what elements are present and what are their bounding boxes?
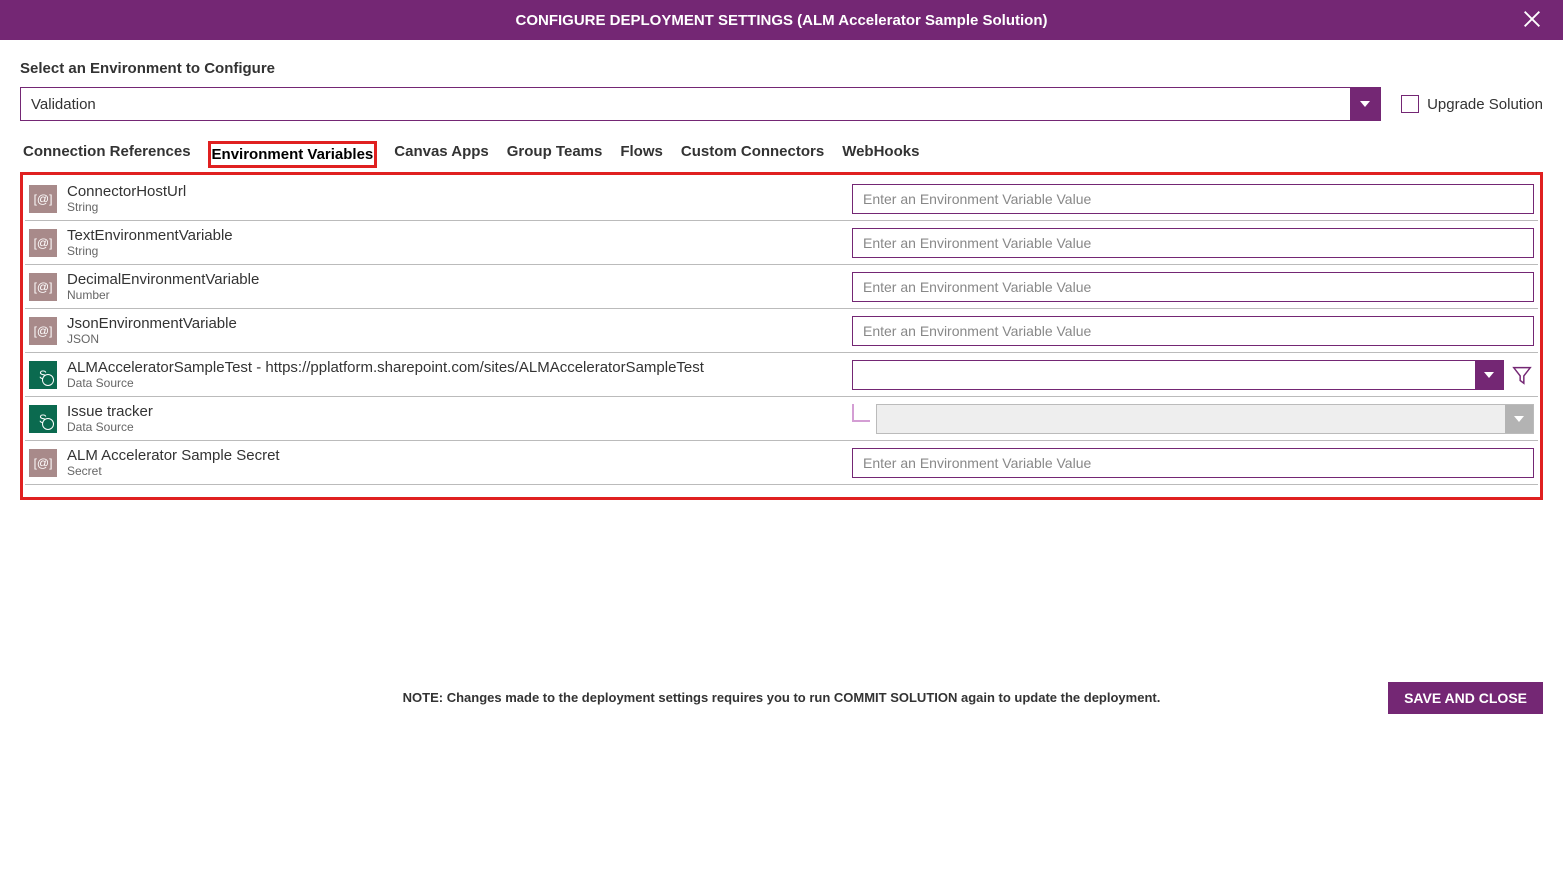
variable-value-input[interactable] bbox=[852, 316, 1534, 346]
variable-type: String bbox=[67, 200, 842, 214]
variable-value-input[interactable] bbox=[852, 448, 1534, 478]
variable-row: [@] DecimalEnvironmentVariable Number bbox=[25, 265, 1538, 309]
datasource-dropdown[interactable] bbox=[852, 360, 1504, 390]
save-and-close-button[interactable]: SAVE AND CLOSE bbox=[1388, 682, 1543, 714]
variable-name: DecimalEnvironmentVariable bbox=[67, 271, 842, 288]
variable-type: JSON bbox=[67, 332, 842, 346]
sharepoint-icon: S bbox=[29, 361, 57, 389]
upgrade-solution-label: Upgrade Solution bbox=[1427, 96, 1543, 113]
variable-icon: [@] bbox=[29, 449, 57, 477]
variable-icon: [@] bbox=[29, 317, 57, 345]
tab-environment-variables[interactable]: Environment Variables bbox=[208, 141, 378, 168]
dialog-footer: NOTE: Changes made to the deployment set… bbox=[0, 670, 1563, 725]
variable-type: Data Source bbox=[67, 376, 842, 390]
variable-icon: [@] bbox=[29, 185, 57, 213]
upgrade-solution-checkbox[interactable]: Upgrade Solution bbox=[1401, 95, 1543, 113]
variable-value-input[interactable] bbox=[852, 272, 1534, 302]
variable-type: Data Source bbox=[67, 420, 842, 434]
tab-group-teams[interactable]: Group Teams bbox=[506, 141, 604, 168]
chevron-down-icon bbox=[1350, 88, 1380, 120]
variable-row: [@] TextEnvironmentVariable String bbox=[25, 221, 1538, 265]
variable-row: [@] JsonEnvironmentVariable JSON bbox=[25, 309, 1538, 353]
tab-canvas-apps[interactable]: Canvas Apps bbox=[393, 141, 489, 168]
variable-name: JsonEnvironmentVariable bbox=[67, 315, 842, 332]
tab-flows[interactable]: Flows bbox=[619, 141, 664, 168]
variable-icon: [@] bbox=[29, 273, 57, 301]
chevron-down-icon bbox=[1475, 361, 1503, 389]
sharepoint-icon: S bbox=[29, 405, 57, 433]
filter-button[interactable] bbox=[1510, 363, 1534, 387]
chevron-down-icon bbox=[1505, 405, 1533, 433]
variable-value-input[interactable] bbox=[852, 228, 1534, 258]
variable-icon: [@] bbox=[29, 229, 57, 257]
child-indicator-icon bbox=[852, 404, 870, 422]
variable-name: TextEnvironmentVariable bbox=[67, 227, 842, 244]
variable-name: ALMAcceleratorSampleTest - https://pplat… bbox=[67, 359, 842, 376]
variable-type: String bbox=[67, 244, 842, 258]
datasource-dropdown-disabled bbox=[876, 404, 1534, 434]
variables-panel: [@] ConnectorHostUrl String [@] TextEnvi… bbox=[20, 172, 1543, 500]
footer-note: NOTE: Changes made to the deployment set… bbox=[403, 690, 1161, 705]
variable-row: [@] ConnectorHostUrl String bbox=[25, 177, 1538, 221]
variable-type: Secret bbox=[67, 464, 842, 478]
dialog-header: CONFIGURE DEPLOYMENT SETTINGS (ALM Accel… bbox=[0, 0, 1563, 40]
select-environment-label: Select an Environment to Configure bbox=[20, 60, 1543, 77]
tab-webhooks[interactable]: WebHooks bbox=[841, 141, 920, 168]
environment-dropdown[interactable]: Validation bbox=[20, 87, 1381, 121]
variable-row: [@] ALM Accelerator Sample Secret Secret bbox=[25, 441, 1538, 485]
close-button[interactable] bbox=[1521, 8, 1543, 33]
tab-connection-references[interactable]: Connection References bbox=[22, 141, 192, 168]
checkbox-box bbox=[1401, 95, 1419, 113]
variable-name: ALM Accelerator Sample Secret bbox=[67, 447, 842, 464]
variable-name: Issue tracker bbox=[67, 403, 842, 420]
variable-value-input[interactable] bbox=[852, 184, 1534, 214]
variable-row: S Issue tracker Data Source bbox=[25, 397, 1538, 441]
tab-custom-connectors[interactable]: Custom Connectors bbox=[680, 141, 825, 168]
close-icon bbox=[1521, 8, 1543, 30]
tab-bar: Connection References Environment Variab… bbox=[20, 141, 1543, 168]
filter-icon bbox=[1511, 364, 1533, 386]
variable-row: S ALMAcceleratorSampleTest - https://ppl… bbox=[25, 353, 1538, 397]
variable-type: Number bbox=[67, 288, 842, 302]
environment-dropdown-value: Validation bbox=[21, 88, 1350, 120]
variable-name: ConnectorHostUrl bbox=[67, 183, 842, 200]
dialog-title: CONFIGURE DEPLOYMENT SETTINGS (ALM Accel… bbox=[516, 12, 1048, 29]
